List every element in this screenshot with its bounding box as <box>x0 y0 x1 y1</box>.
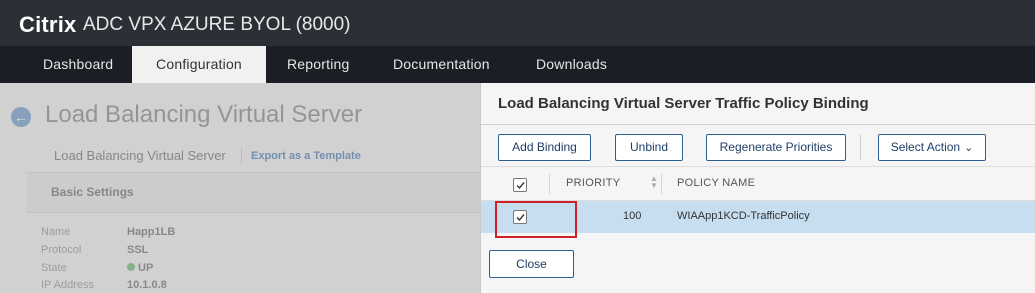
chevron-down-icon: ⌄ <box>964 142 974 154</box>
app-header: Citrix ADC VPX AZURE BYOL (8000) <box>0 0 1035 46</box>
priority-cell: 100 <box>623 210 642 222</box>
dialog-title: Load Balancing Virtual Server Traffic Po… <box>498 95 869 112</box>
select-action-label: Select Action <box>890 140 961 154</box>
column-divider <box>549 174 550 194</box>
column-divider <box>661 174 662 194</box>
regenerate-priorities-button[interactable]: Regenerate Priorities <box>706 134 846 161</box>
dialog-divider <box>481 124 1035 125</box>
select-action-dropdown[interactable]: Select Action ⌄ <box>878 134 986 161</box>
tab-dashboard[interactable]: Dashboard <box>0 46 132 83</box>
sort-icon[interactable]: ▲ ▼ <box>650 175 658 190</box>
policy-name-cell: WIAApp1KCD-TrafficPolicy <box>677 210 810 222</box>
table-header <box>481 166 1035 201</box>
unbind-button[interactable]: Unbind <box>615 134 683 161</box>
add-binding-button[interactable]: Add Binding <box>498 134 591 161</box>
product-name: ADC VPX AZURE BYOL (8000) <box>83 14 351 35</box>
main-nav: Dashboard Configuration Reporting Docume… <box>0 46 1035 83</box>
close-button[interactable]: Close <box>489 250 574 278</box>
tab-documentation[interactable]: Documentation <box>393 46 513 83</box>
tab-reporting[interactable]: Reporting <box>287 46 377 83</box>
tab-downloads[interactable]: Downloads <box>536 46 626 83</box>
brand-logo: Citrix <box>19 12 77 37</box>
policy-name-column-header[interactable]: POLICY NAME <box>677 177 755 189</box>
select-all-checkbox[interactable] <box>513 178 527 192</box>
highlight-annotation <box>495 201 577 238</box>
toolbar-divider <box>860 134 861 160</box>
priority-column-header[interactable]: PRIORITY <box>566 177 620 189</box>
tab-configuration[interactable]: Configuration <box>132 46 266 83</box>
